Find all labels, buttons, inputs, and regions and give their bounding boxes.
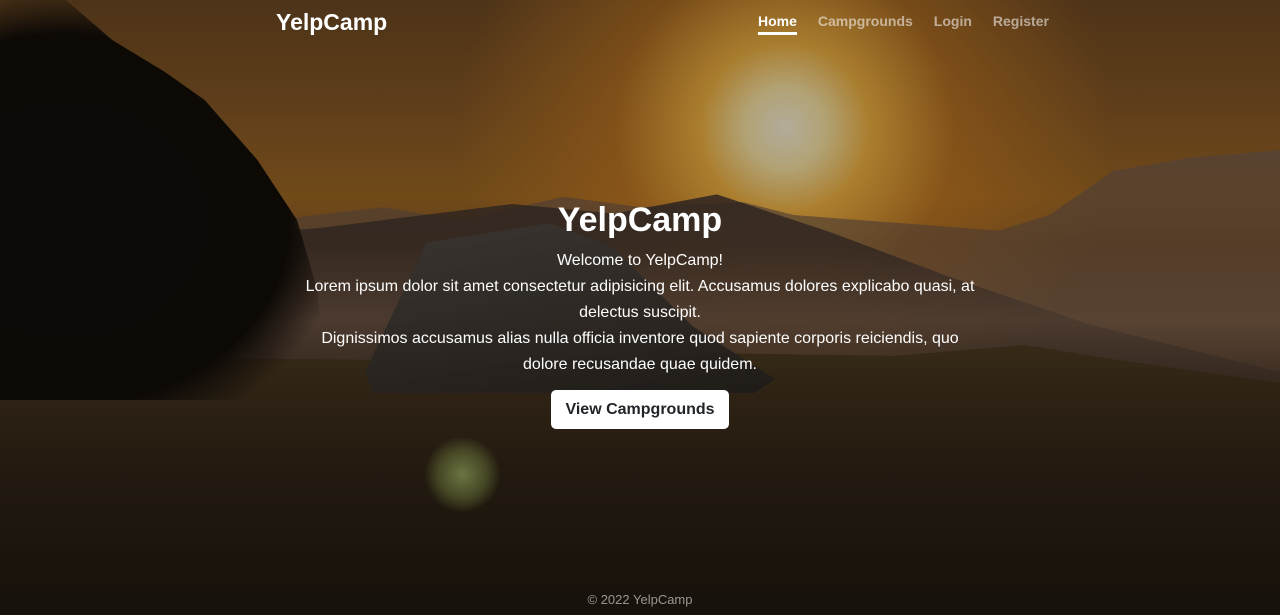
brand-logo[interactable]: YelpCamp [276,9,387,36]
nav-link-home[interactable]: Home [758,13,797,35]
footer-copyright: © 2022 YelpCamp [587,592,693,607]
hero-section: YelpCamp Welcome to YelpCamp! Lorem ipsu… [300,198,980,429]
hero-paragraph-1: Lorem ipsum dolor sit amet consectetur a… [305,278,975,321]
hero-title: YelpCamp [557,201,723,239]
nav-link-campgrounds[interactable]: Campgrounds [818,13,913,35]
nav-links: Home Campgrounds Login Register [758,13,1070,35]
nav-link-login[interactable]: Login [934,13,972,35]
navbar: YelpCamp Home Campgrounds Login Register [0,0,1280,44]
hero-welcome: Welcome to YelpCamp! [556,252,723,269]
nav-link-register[interactable]: Register [993,13,1049,35]
view-campgrounds-button[interactable]: View Campgrounds [551,390,729,429]
footer: © 2022 YelpCamp [0,592,1280,607]
hero-paragraph-2: Dignissimos accusamus alias nulla offici… [321,330,959,373]
